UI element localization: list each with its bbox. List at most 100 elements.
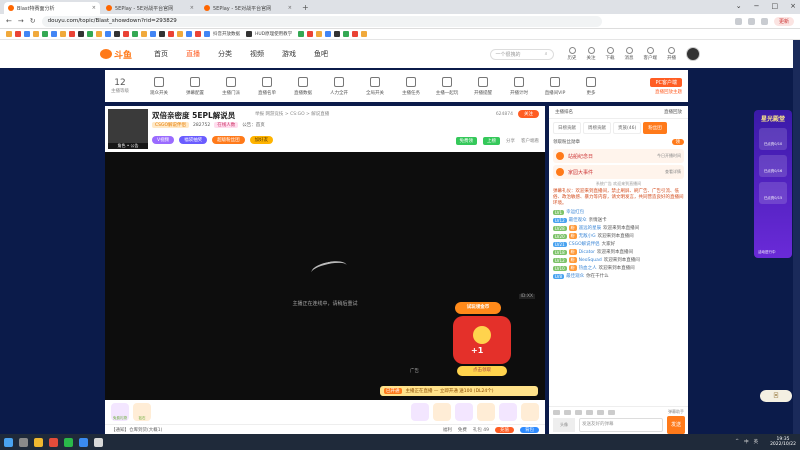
event-row[interactable]: 已点亮0/10 [759,128,787,150]
site-logo[interactable]: 斗鱼 [100,48,132,61]
bookmark-icon[interactable] [352,31,359,37]
bookmark-icon[interactable] [334,31,341,37]
pill-lottery[interactable]: 福袋抽奖 [179,136,208,144]
pill-friend[interactable]: 加好友 [249,136,274,144]
browser-tab[interactable]: 5EPlay - 5E对战平台官网 × [102,2,198,14]
gift-item[interactable] [499,403,517,421]
toolbar-item[interactable]: 弹幕配置 [177,76,213,96]
bookmark-icon[interactable] [24,31,30,37]
toolbar-item[interactable]: 观众开关 [141,76,177,96]
toolbar-item[interactable]: 开播计时 [501,76,537,96]
fan-claim-button[interactable]: 领 [671,139,684,145]
username[interactable]: Dicator [579,250,595,255]
recharge-button[interactable]: 充值 [495,426,514,433]
bookmark-icon[interactable] [105,31,111,37]
app-icon[interactable] [79,437,88,447]
bookmark-icon[interactable] [159,31,165,37]
browser-tab[interactable]: Blast特赛面分析 × [4,2,100,14]
bookmark-icon[interactable] [15,31,21,37]
url-field[interactable]: douyu.com/topic/Blast_showdown?rid=29382… [41,15,602,27]
tab-noble[interactable]: 贵族(46) [613,122,642,134]
broadcast-button[interactable]: 开播 [667,47,676,61]
notice-card[interactable]: 站船纪念日 今日开播时间 [553,149,684,163]
close-icon[interactable]: × [92,5,96,11]
client-link[interactable]: 客户端看 [521,138,539,144]
ranking-button[interactable]: 上榜 [483,137,500,145]
bookmark-icon[interactable] [186,31,192,37]
emoji-icon[interactable] [597,409,604,415]
bookmark-icon[interactable] [78,31,84,37]
ad-button[interactable]: 点击领取 [457,366,507,376]
welfare-link[interactable]: 福利 [443,427,452,433]
download-button[interactable]: 下载 [606,47,615,61]
steam-icon[interactable] [94,437,103,447]
maximize-icon[interactable]: □ [772,2,779,10]
history-button[interactable]: 历史 [568,47,577,61]
video-player[interactable]: 主播正在连线中，请稍后重试 ID:XX 试玩领金币 +1 点击领取 广告 已开通… [105,152,545,400]
event-row[interactable]: 已点亮0/16 [759,155,787,177]
client-button[interactable]: 客户端 [644,47,657,61]
pill-fanclub[interactable]: 超级粉丝团 [212,136,245,144]
gift-item[interactable] [477,403,495,421]
free-link[interactable]: 免费 [458,427,467,433]
bookmark-icon[interactable] [132,31,138,37]
bookmark-icon[interactable] [141,31,147,37]
emoji-icon[interactable] [608,409,615,415]
close-icon[interactable]: × [288,5,292,11]
bookmark-icon[interactable] [168,31,174,37]
search-input[interactable]: 一个很拽的 ⌕ [489,48,554,60]
bookmark-icon[interactable] [60,31,66,37]
bookmark-icon[interactable] [325,31,332,37]
chat-avatar[interactable]: 头像 [553,418,575,432]
assistant-checkbox[interactable]: 弹幕助手 [668,409,684,415]
search-icon[interactable]: ⌕ [545,51,548,57]
start-icon[interactable] [4,437,13,447]
event-banner[interactable]: 星光殿堂 已点亮0/10 已点亮0/16 已点亮0/15 活动进行中 [754,110,792,258]
backpack-button[interactable]: 背包 [520,426,539,433]
ime-indicator[interactable]: 中 [744,439,749,445]
username[interactable]: 幸运红包 [566,209,584,215]
send-button[interactable]: 发送 [667,416,685,434]
streamer-avatar[interactable]: 角色 • 公告 [108,109,148,149]
gift-item[interactable] [521,403,539,421]
username[interactable]: 遥远的星辰 [579,225,602,231]
tab-weekly[interactable]: 周榜贡献 [583,122,611,134]
new-tab-icon[interactable]: + [302,2,309,14]
tab-daily[interactable]: 日榜贡献 [553,122,581,134]
ad-banner[interactable]: 试玩领金币 +1 点击领取 [443,302,523,380]
follow-button[interactable]: 关注 [587,47,596,61]
username[interactable]: 最佳观众 [566,273,584,279]
nav-category[interactable]: 分类 [218,49,232,59]
bookmark-icon[interactable] [42,31,48,37]
bookmark-icon[interactable] [204,31,210,37]
toolbar-item[interactable]: 主播一起玩 [429,76,465,96]
nav-fishbar[interactable]: 鱼吧 [314,49,328,59]
clock[interactable]: 19:35 2022/10/22 [770,437,796,447]
toolbar-item[interactable]: 开播提醒 [465,76,501,96]
emoji-icon[interactable] [553,409,560,415]
pill-video[interactable]: V视频 [152,136,175,144]
free-gift-button[interactable]: 免费领 [455,137,477,145]
bookmark-icon[interactable] [69,31,75,37]
bookmark-icon[interactable] [96,31,102,37]
nav-home[interactable]: 首页 [154,49,168,59]
bookmark-icon[interactable] [87,31,93,37]
bookmark-label[interactable]: HUD原理使用教学 [255,31,292,37]
toolbar-item[interactable]: 人力全开 [321,76,357,96]
nav-video[interactable]: 视频 [250,49,264,59]
username[interactable]: CSGO解说伴侣 [569,241,600,247]
back-icon[interactable]: ← [6,17,12,25]
pc-client-button[interactable]: PC客户端 [650,77,682,87]
extension-icon[interactable] [734,17,742,25]
minimize-icon[interactable]: − [754,2,760,10]
back-to-top-button[interactable]: 回 [760,390,792,402]
tab-search-icon[interactable]: ⌄ [736,2,742,10]
close-window-icon[interactable]: × [790,2,796,10]
bookmark-icon[interactable] [246,31,252,37]
gift-item[interactable]: 免费礼物 [111,403,129,421]
extension-icon[interactable] [747,17,755,25]
bookmark-icon[interactable] [33,31,39,37]
toolbar-item[interactable]: 主播任务 [393,76,429,96]
reload-icon[interactable]: ↻ [30,17,36,25]
tab-fans[interactable]: 粉丝团 [643,122,667,134]
